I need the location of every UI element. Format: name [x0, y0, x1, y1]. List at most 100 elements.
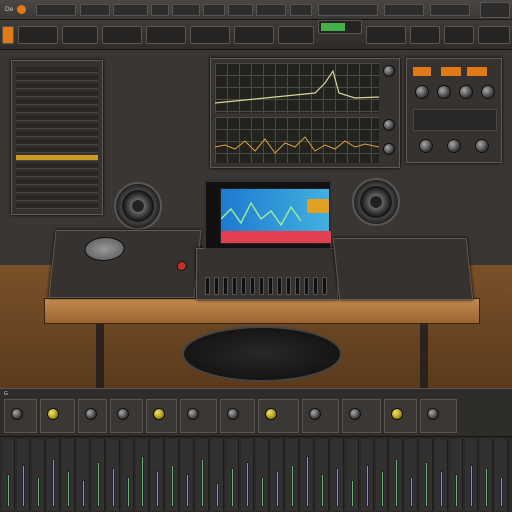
- channel-fader[interactable]: [335, 468, 339, 507]
- device-knob[interactable]: [11, 408, 23, 420]
- channel-fader[interactable]: [455, 474, 459, 507]
- browser-row[interactable]: [16, 91, 98, 97]
- browser-row[interactable]: [16, 195, 98, 201]
- plugin-knob-7[interactable]: [475, 139, 489, 153]
- channel-fader[interactable]: [425, 462, 429, 507]
- channel-fader[interactable]: [440, 471, 444, 507]
- channel-fader[interactable]: [485, 468, 489, 507]
- channel-fader[interactable]: [395, 459, 399, 507]
- device-knob[interactable]: [227, 408, 239, 420]
- toolbar-button-2[interactable]: [62, 26, 98, 44]
- scope-knob-2[interactable]: [383, 119, 395, 131]
- channel-fader[interactable]: [231, 468, 235, 507]
- device-slot[interactable]: [220, 399, 255, 433]
- browser-row[interactable]: [16, 67, 98, 73]
- toolbar-button-11[interactable]: [478, 26, 510, 44]
- browser-row[interactable]: [16, 115, 98, 121]
- device-slot[interactable]: [40, 399, 75, 433]
- device-slot[interactable]: [180, 399, 217, 433]
- channel-fader[interactable]: [261, 477, 264, 507]
- channel-fader[interactable]: [246, 462, 250, 507]
- toolbar-button-6[interactable]: [234, 26, 274, 44]
- device-knob[interactable]: [349, 408, 361, 420]
- channel-fader[interactable]: [81, 480, 85, 507]
- controller-fader[interactable]: [223, 277, 228, 295]
- toolbar-button-3[interactable]: [102, 26, 142, 44]
- browser-row[interactable]: [16, 139, 98, 145]
- device-knob[interactable]: [85, 408, 97, 420]
- channel-fader[interactable]: [156, 471, 160, 507]
- controller-fader[interactable]: [313, 277, 318, 295]
- scope-knob-3[interactable]: [383, 143, 395, 155]
- controller-jog-wheel[interactable]: [83, 237, 126, 261]
- device-knob[interactable]: [153, 408, 165, 420]
- channel-fader[interactable]: [500, 477, 504, 507]
- controller-fader[interactable]: [277, 277, 282, 295]
- controller-fader[interactable]: [304, 277, 309, 295]
- controller-knob-red[interactable]: [176, 261, 188, 271]
- controller-fader[interactable]: [286, 277, 291, 295]
- browser-row[interactable]: [16, 147, 98, 153]
- browser-row[interactable]: [16, 171, 98, 177]
- controller-fader[interactable]: [295, 277, 300, 295]
- toolbar-button-7[interactable]: [278, 26, 314, 44]
- device-knob[interactable]: [391, 408, 403, 420]
- close-icon[interactable]: [480, 2, 510, 18]
- browser-row[interactable]: [16, 179, 98, 185]
- channel-fader[interactable]: [365, 465, 369, 507]
- plugin-knob-5[interactable]: [419, 139, 433, 153]
- channel-fader[interactable]: [36, 477, 40, 507]
- device-slot[interactable]: [342, 399, 381, 433]
- channel-fader[interactable]: [410, 477, 414, 507]
- device-slot[interactable]: [146, 399, 177, 433]
- channel-fader[interactable]: [216, 483, 220, 507]
- browser-row[interactable]: [16, 107, 98, 113]
- plugin-button-1[interactable]: [413, 67, 431, 76]
- browser-row[interactable]: [16, 83, 98, 89]
- channel-fader[interactable]: [305, 456, 309, 507]
- menu-item-5[interactable]: [151, 4, 169, 16]
- menu-item-10[interactable]: [290, 4, 312, 16]
- menu-item-4[interactable]: [113, 4, 148, 16]
- device-slot[interactable]: [78, 399, 107, 433]
- browser-row[interactable]: [16, 187, 98, 193]
- channel-fader[interactable]: [51, 459, 55, 507]
- device-knob[interactable]: [47, 408, 59, 420]
- plugin-button-3[interactable]: [467, 67, 487, 76]
- channel-fader[interactable]: [186, 474, 190, 507]
- controller-fader[interactable]: [268, 277, 273, 295]
- controller-fader[interactable]: [250, 277, 255, 295]
- menu-item-6[interactable]: [172, 4, 200, 16]
- toolbar-button-8[interactable]: [366, 26, 406, 44]
- device-slot[interactable]: [4, 399, 37, 433]
- play-button[interactable]: [2, 26, 14, 44]
- browser-row[interactable]: [16, 99, 98, 105]
- channel-fader[interactable]: [96, 462, 100, 507]
- channel-fader[interactable]: [7, 474, 10, 507]
- channel-fader[interactable]: [21, 465, 25, 507]
- menu-item-8[interactable]: [228, 4, 253, 16]
- plugin-button-2[interactable]: [441, 67, 461, 76]
- channel-fader[interactable]: [380, 471, 384, 507]
- browser-row[interactable]: [16, 155, 98, 161]
- plugin-knob-4[interactable]: [481, 85, 495, 99]
- menu-item-7[interactable]: [203, 4, 225, 16]
- device-slot[interactable]: [302, 399, 339, 433]
- toolbar-button-10[interactable]: [444, 26, 474, 44]
- device-knob[interactable]: [427, 408, 439, 420]
- device-knob[interactable]: [265, 408, 277, 420]
- toolbar-button-1[interactable]: [18, 26, 58, 44]
- device-slot[interactable]: [258, 399, 299, 433]
- toolbar-button-9[interactable]: [410, 26, 440, 44]
- device-knob[interactable]: [187, 408, 199, 420]
- menu-item-9[interactable]: [256, 4, 286, 16]
- plugin-knob-3[interactable]: [459, 85, 473, 99]
- browser-row[interactable]: [16, 75, 98, 81]
- channel-fader[interactable]: [201, 459, 205, 507]
- channel-fader[interactable]: [275, 471, 279, 507]
- browser-row[interactable]: [16, 163, 98, 169]
- channel-fader[interactable]: [320, 474, 324, 507]
- channel-fader[interactable]: [350, 480, 354, 507]
- plugin-knob-2[interactable]: [437, 85, 451, 99]
- channel-fader[interactable]: [66, 471, 70, 507]
